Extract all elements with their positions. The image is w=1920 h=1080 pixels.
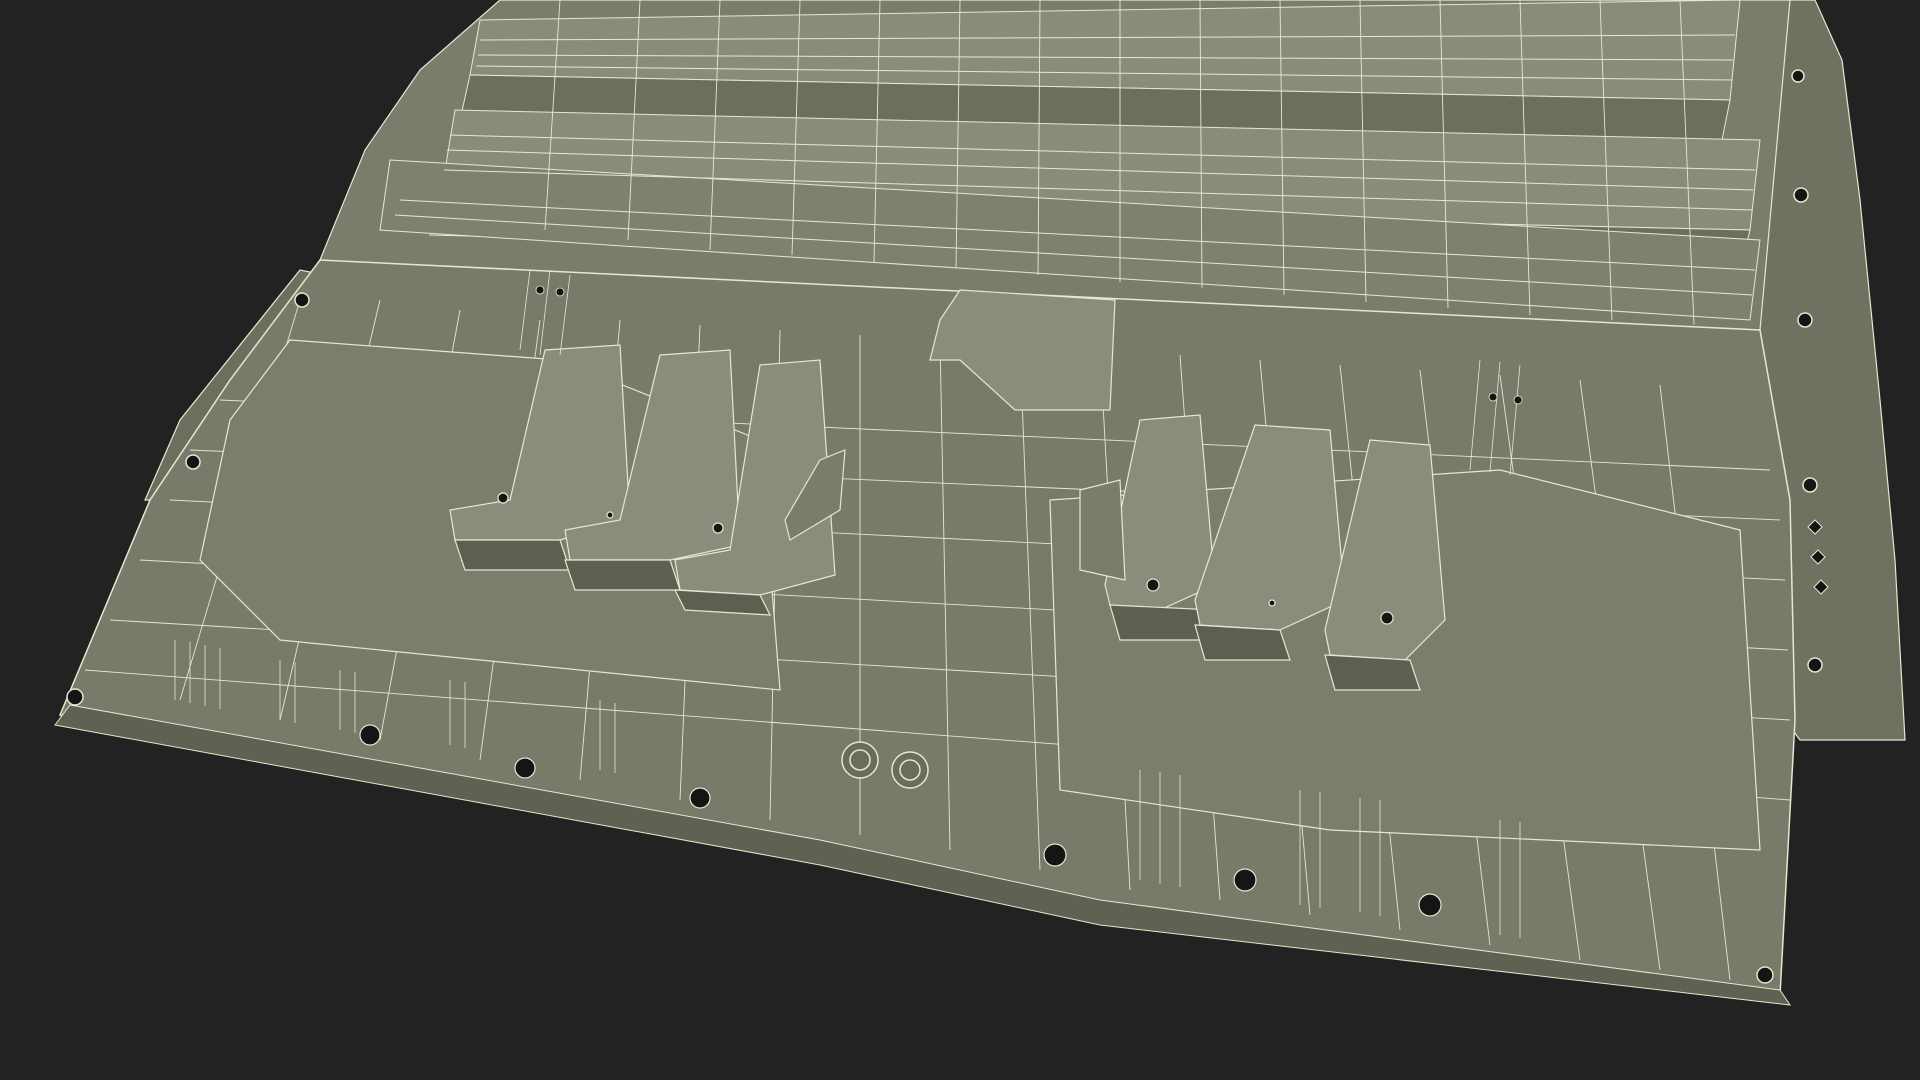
mount-hole <box>1802 477 1818 493</box>
mount-hole <box>1791 69 1805 83</box>
bolt-hole <box>497 492 509 504</box>
mount-hole <box>185 454 201 470</box>
drain-hole <box>514 757 536 779</box>
drain-hole <box>1233 868 1257 892</box>
drain-hole <box>689 787 711 809</box>
bolt-hole <box>712 522 724 534</box>
fitting <box>849 749 871 771</box>
mount-hole <box>1807 657 1823 673</box>
bolt-hole <box>1146 578 1160 592</box>
bolt-hole <box>606 511 614 519</box>
drain-hole <box>1418 893 1442 917</box>
mount-hole <box>1797 312 1813 328</box>
drain-hole <box>1043 843 1067 867</box>
mount-hole <box>1793 187 1809 203</box>
mount-hole <box>294 292 310 308</box>
wireframe-render <box>0 0 1920 1080</box>
mount-hole <box>66 688 84 706</box>
bolt-hole <box>1380 611 1394 625</box>
mount-hole <box>1756 966 1774 984</box>
fitting <box>899 759 921 781</box>
bolt-hole <box>1268 599 1276 607</box>
render-viewport <box>0 0 1920 1080</box>
drain-hole <box>359 724 381 746</box>
